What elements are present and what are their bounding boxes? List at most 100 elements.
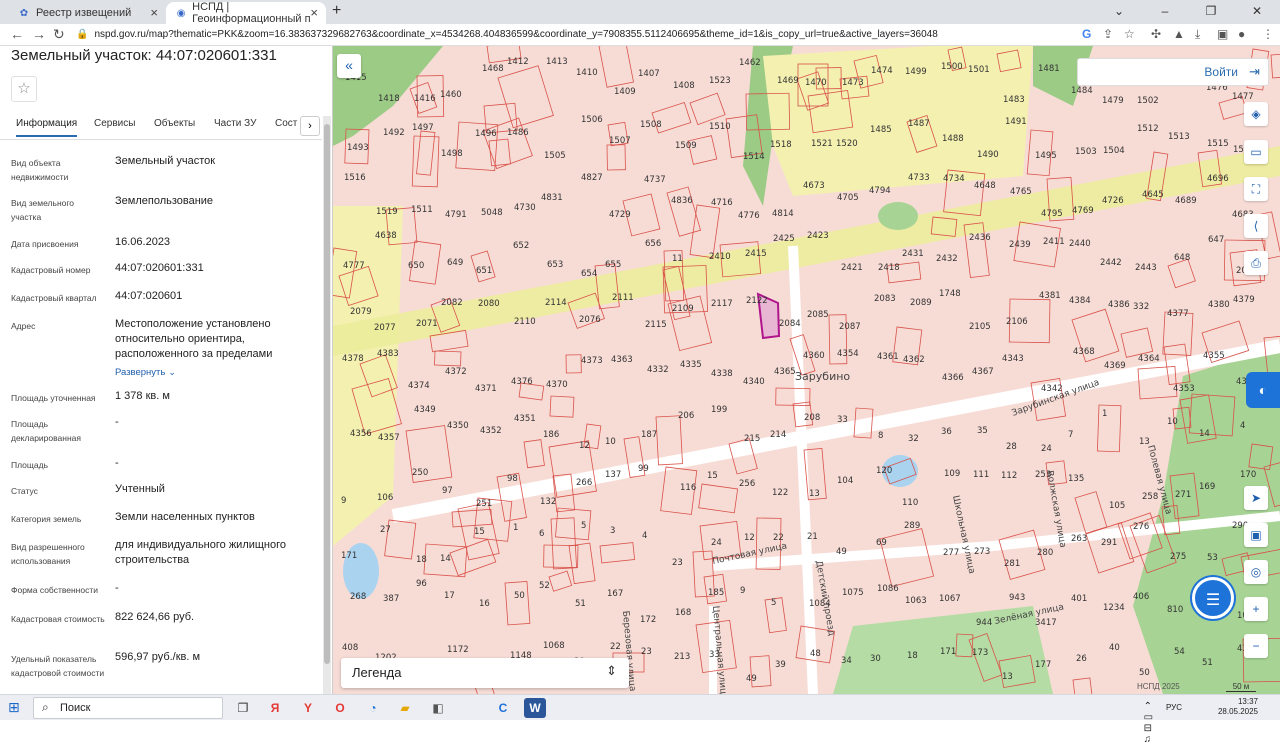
locate-icon[interactable]: ➤ — [1244, 486, 1268, 510]
parcel-number: 132 — [540, 497, 556, 507]
menu-icon[interactable]: ⋮ — [1262, 27, 1274, 41]
assistant-tab-icon[interactable]: ◐ — [1246, 372, 1280, 408]
edge-icon[interactable]: ◔ — [362, 698, 384, 718]
browser-tab-registry[interactable]: ✿ Реестр извещений × — [8, 2, 166, 24]
close-window-icon[interactable]: ✕ — [1234, 0, 1280, 24]
tab-services[interactable]: Сервисы — [94, 118, 135, 129]
yandex-icon[interactable]: Y — [297, 698, 319, 718]
parcel-number: 1408 — [673, 81, 695, 91]
task-view-icon[interactable]: ❐ — [232, 698, 254, 718]
parcel-number: 944 — [976, 618, 992, 628]
chrome-icon[interactable]: C — [492, 698, 514, 718]
parcel-number: 27 — [380, 525, 391, 535]
ruler-icon[interactable]: ▭ — [1244, 140, 1268, 164]
windows-start-icon[interactable]: ⊞ — [8, 699, 20, 716]
tab-info[interactable]: Информация — [16, 118, 78, 137]
zoom-in-icon[interactable]: + — [1244, 597, 1268, 621]
parcel-number: 1462 — [739, 58, 761, 68]
taskbar-search[interactable]: ⌕ Поиск — [33, 697, 223, 719]
favorite-star-icon[interactable]: ☆ — [11, 76, 37, 102]
parcel-number: 276 — [1133, 522, 1149, 532]
cadastral-map[interactable]: 1415 1418 1416 1460 1468 1412 1413 1410 1409 1407… — [333, 46, 1280, 694]
zoom-out-icon[interactable]: − — [1244, 634, 1268, 658]
clock[interactable]: 13:37 28.05.2025 — [1218, 697, 1258, 717]
profile-icon[interactable]: ● — [1238, 27, 1245, 41]
browser-tab-nspd[interactable]: ◉ НСПД | Геоинформационный п × — [166, 1, 326, 25]
legend-selector[interactable]: Легенда ⇕ — [341, 658, 629, 688]
reload-icon[interactable]: ↻ — [53, 26, 65, 43]
back-icon[interactable]: ← — [10, 26, 24, 42]
sort-arrows-icon: ⇕ — [606, 663, 617, 678]
parcel-number: 34 — [841, 656, 852, 666]
bookmark-star-icon[interactable]: ☆ — [1124, 27, 1135, 41]
panel-scrollbar[interactable] — [323, 116, 331, 694]
url-field[interactable]: 🔒 nspd.gov.ru/map?thematic=PKK&zoom=16.38… — [76, 26, 1076, 44]
parcel-number: 1748 — [939, 289, 961, 299]
parcel-number: 656 — [645, 239, 661, 249]
parcel-number: 4355 — [1203, 351, 1225, 361]
parcel-number: 22 — [610, 642, 621, 652]
info-panel: Земельный участок: 44:07:020601:331 ☆ Ин… — [0, 46, 333, 694]
chat-icon[interactable]: ☰ — [1192, 577, 1234, 619]
chevron-right-icon[interactable]: › — [300, 116, 320, 136]
parcel-number: 50 — [1139, 668, 1150, 678]
expand-link[interactable]: Развернуть ⌄ — [11, 365, 311, 379]
parcel-number: 208 — [804, 413, 820, 423]
parcel-number: 4827 — [581, 173, 603, 183]
parcel-number: 18 — [907, 651, 918, 661]
restore-icon[interactable]: ❐ — [1188, 0, 1234, 24]
select-area-icon[interactable]: ⛶ — [1244, 177, 1268, 201]
language-indicator[interactable]: РУС — [1166, 703, 1182, 712]
share-icon[interactable]: ⟨ — [1244, 214, 1268, 238]
parcel-number: 120 — [876, 466, 892, 476]
minimap-icon[interactable]: ▣ — [1244, 523, 1268, 547]
login-icon: ⇥ — [1249, 64, 1260, 79]
parcel-number: 2436 — [969, 233, 991, 243]
share-icon[interactable]: ⇪ — [1103, 27, 1113, 41]
place-label: Зарубино — [795, 370, 850, 383]
close-icon[interactable]: × — [310, 5, 318, 20]
geolocation-icon[interactable]: ◎ — [1244, 560, 1268, 584]
map-canvas[interactable]: 14151418 1416 146014681412 1413141014091407… — [333, 46, 1280, 694]
parcel-number: 1474 — [871, 66, 893, 76]
parcel-number: 168 — [675, 608, 691, 618]
parcel-number: 15 — [474, 527, 485, 537]
tab-objects[interactable]: Объекты — [154, 118, 195, 129]
parcel-number: 2122 — [746, 296, 768, 306]
parcel-number: 10 — [605, 437, 616, 447]
folder-icon[interactable]: ▰ — [394, 698, 416, 718]
chevron-down-icon[interactable]: ⌄ — [1096, 0, 1142, 24]
new-tab-icon[interactable]: + — [332, 2, 341, 20]
parcel-number: 2084 — [779, 319, 801, 329]
login-button[interactable]: Войти ⇥ — [1077, 58, 1269, 86]
parcel-number: 649 — [447, 258, 463, 268]
parcel-number: 256 — [739, 479, 755, 489]
yandex-browser-icon[interactable]: Я — [264, 698, 286, 718]
tray-icons[interactable]: ⌃ ▭ ⊟ ♫ — [1144, 701, 1157, 745]
minimize-icon[interactable]: – — [1142, 0, 1188, 24]
collapse-panel-icon[interactable]: « — [337, 54, 361, 78]
app-icon[interactable]: ◧ — [427, 698, 449, 718]
residential-block — [763, 46, 1033, 196]
opera-icon[interactable]: O — [329, 698, 351, 718]
parcel-number: 2410 — [709, 252, 731, 262]
google-icon[interactable]: G — [1082, 27, 1091, 41]
forward-icon[interactable]: → — [32, 26, 46, 42]
parcel-number: 52 — [539, 581, 550, 591]
reading-icon[interactable]: ▲ — [1173, 27, 1185, 41]
extensions-icon[interactable]: ✣ — [1151, 27, 1161, 41]
print-icon[interactable]: ⎙ — [1244, 251, 1268, 275]
parcel-number: 53 — [1207, 553, 1218, 563]
parcel-number: 4733 — [908, 173, 930, 183]
layers-icon[interactable]: ◈ — [1244, 102, 1268, 126]
sidebar-icon[interactable]: ▣ — [1217, 27, 1228, 41]
word-icon[interactable]: W — [524, 698, 546, 718]
parcel-number: 1 — [1102, 409, 1107, 419]
clock-date: 28.05.2025 — [1217, 707, 1258, 716]
parcel-number: 2087 — [839, 322, 861, 332]
tab-parts[interactable]: Части ЗУ — [214, 118, 256, 129]
scrollbar-thumb[interactable] — [324, 124, 330, 664]
tab-composition[interactable]: Сост — [275, 118, 297, 129]
download-icon[interactable]: ⤓ — [1195, 27, 1200, 42]
close-icon[interactable]: × — [150, 5, 158, 20]
